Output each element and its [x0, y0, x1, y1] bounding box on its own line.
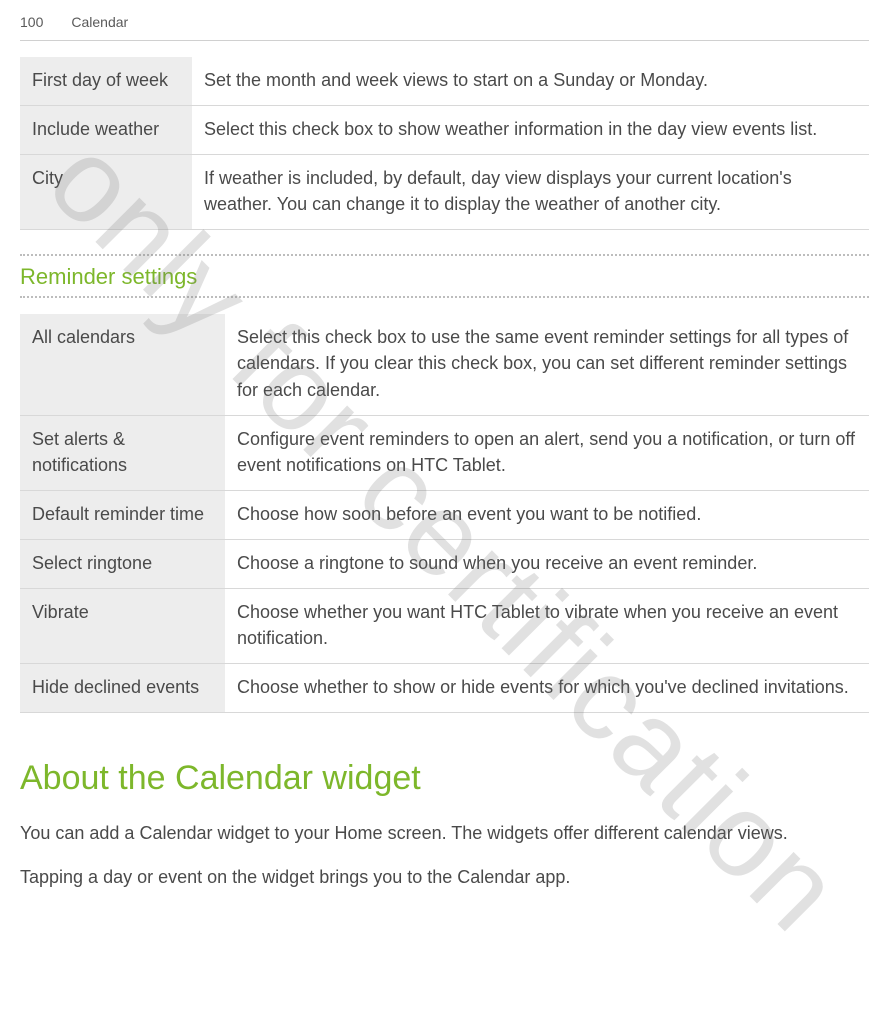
setting-description: Choose a ringtone to sound when you rece…: [225, 539, 869, 588]
page-number: 100: [20, 14, 43, 30]
table-row: Hide declined events Choose whether to s…: [20, 664, 869, 713]
setting-label: Select ringtone: [20, 539, 225, 588]
settings-table-view: First day of week Set the month and week…: [20, 57, 869, 230]
setting-description: Configure event reminders to open an ale…: [225, 415, 869, 490]
setting-label: Hide declined events: [20, 664, 225, 713]
setting-description: Choose whether to show or hide events fo…: [225, 664, 869, 713]
table-row: Include weather Select this check box to…: [20, 106, 869, 155]
setting-label: Include weather: [20, 106, 192, 155]
divider-dotted: [20, 296, 869, 298]
page-root: 100 Calendar First day of week Set the m…: [0, 0, 889, 891]
table-row: All calendars Select this check box to u…: [20, 314, 869, 415]
section-heading-reminder: Reminder settings: [20, 264, 869, 290]
setting-label: All calendars: [20, 314, 225, 415]
page-header: 100 Calendar: [20, 0, 869, 41]
setting-label: City: [20, 155, 192, 230]
chapter-title: Calendar: [71, 14, 128, 30]
table-row: Select ringtone Choose a ringtone to sou…: [20, 539, 869, 588]
setting-description: Set the month and week views to start on…: [192, 57, 869, 106]
setting-label: First day of week: [20, 57, 192, 106]
setting-description: Select this check box to show weather in…: [192, 106, 869, 155]
table-row: Vibrate Choose whether you want HTC Tabl…: [20, 589, 869, 664]
setting-description: Select this check box to use the same ev…: [225, 314, 869, 415]
divider-dotted: [20, 254, 869, 256]
setting-description: If weather is included, by default, day …: [192, 155, 869, 230]
setting-label: Default reminder time: [20, 490, 225, 539]
body-paragraph: Tapping a day or event on the widget bri…: [20, 864, 869, 890]
section-heading-widget: About the Calendar widget: [20, 759, 869, 798]
body-paragraph: You can add a Calendar widget to your Ho…: [20, 820, 869, 846]
setting-description: Choose whether you want HTC Tablet to vi…: [225, 589, 869, 664]
setting-label: Vibrate: [20, 589, 225, 664]
table-row: Default reminder time Choose how soon be…: [20, 490, 869, 539]
setting-description: Choose how soon before an event you want…: [225, 490, 869, 539]
table-row: First day of week Set the month and week…: [20, 57, 869, 106]
table-row: City If weather is included, by default,…: [20, 155, 869, 230]
settings-table-reminder: All calendars Select this check box to u…: [20, 314, 869, 713]
table-row: Set alerts & notifications Configure eve…: [20, 415, 869, 490]
setting-label: Set alerts & notifications: [20, 415, 225, 490]
